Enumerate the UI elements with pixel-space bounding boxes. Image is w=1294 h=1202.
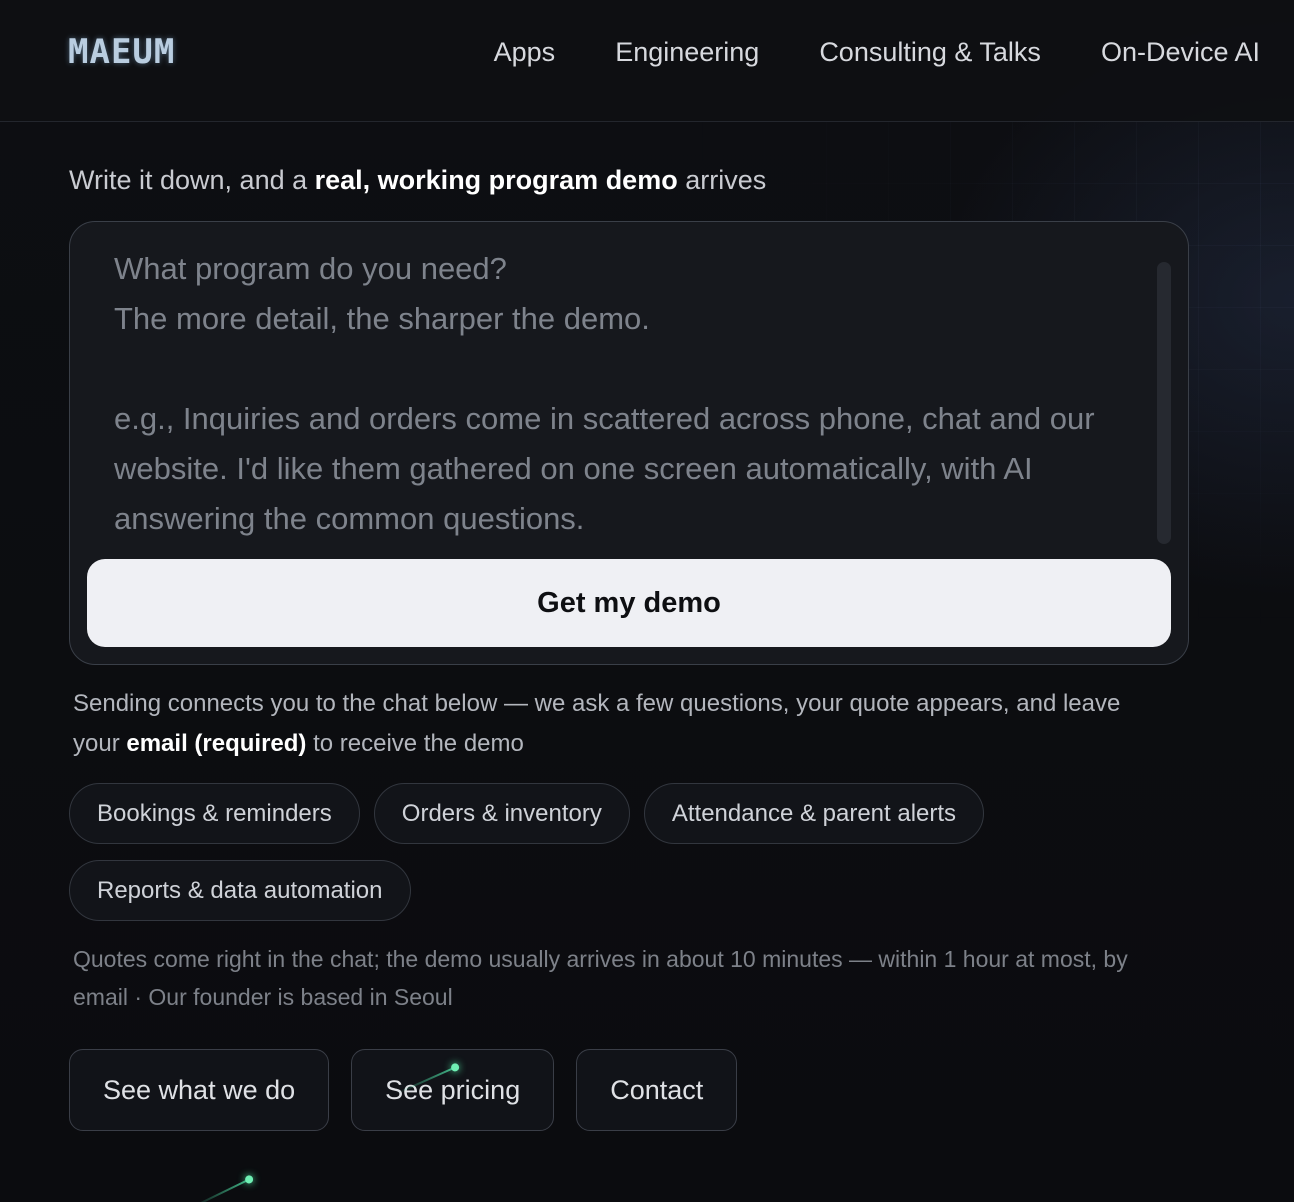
- page: MAEUM Apps Engineering Consulting & Talk…: [0, 0, 1294, 1202]
- textarea-scrollbar[interactable]: [1157, 262, 1171, 544]
- nav-on-device-ai[interactable]: On-Device AI: [1101, 34, 1260, 70]
- nav-consulting-talks[interactable]: Consulting & Talks: [819, 34, 1041, 70]
- contact-button[interactable]: Contact: [576, 1049, 738, 1131]
- example-chips: Bookings & reminders Orders & inventory …: [69, 783, 1069, 921]
- tagline-post: arrives: [677, 165, 767, 195]
- chip-reports-data-automation[interactable]: Reports & data automation: [69, 860, 411, 921]
- note-bold: email (required): [126, 730, 307, 757]
- program-description-input[interactable]: What program do you need? The more detai…: [114, 244, 1144, 560]
- see-what-we-do-button[interactable]: See what we do: [69, 1049, 330, 1131]
- tagline-bold: real, working program demo: [314, 165, 678, 195]
- logo[interactable]: MAEUM: [68, 32, 175, 72]
- get-demo-button[interactable]: Get my demo: [87, 559, 1171, 647]
- main-nav: Apps Engineering Consulting & Talks On-D…: [494, 34, 1260, 70]
- note-post: to receive the demo: [306, 730, 524, 757]
- delivery-fineprint: Quotes come right in the chat; the demo …: [73, 946, 1128, 1010]
- logo-text: MAEUM: [68, 32, 176, 72]
- sending-note: Sending connects you to the chat below —…: [73, 684, 1163, 764]
- tagline-pre: Write it down, and a: [69, 165, 315, 195]
- chip-attendance-parent-alerts[interactable]: Attendance & parent alerts: [643, 783, 985, 844]
- nav-engineering[interactable]: Engineering: [615, 34, 759, 70]
- hero-tagline: Write it down, and a real, working progr…: [69, 162, 766, 198]
- nav-apps[interactable]: Apps: [494, 34, 556, 70]
- see-pricing-button[interactable]: See pricing: [351, 1049, 555, 1131]
- chip-bookings-reminders[interactable]: Bookings & reminders: [69, 783, 360, 844]
- site-header: MAEUM Apps Engineering Consulting & Talk…: [0, 0, 1294, 122]
- chip-orders-inventory[interactable]: Orders & inventory: [373, 783, 630, 844]
- demo-request-card: What program do you need? The more detai…: [69, 221, 1189, 665]
- meteor-decoration: [192, 1178, 251, 1202]
